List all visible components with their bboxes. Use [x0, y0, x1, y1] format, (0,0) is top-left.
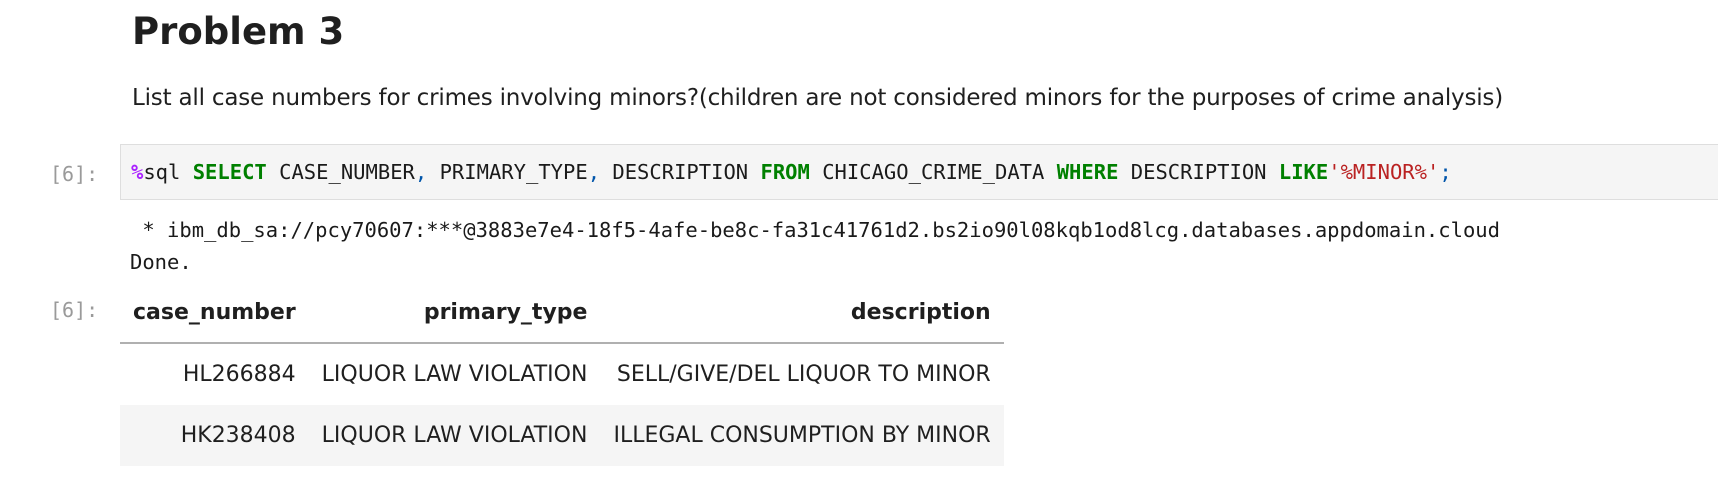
cell-primary-type: LIQUOR LAW VIOLATION: [308, 405, 601, 466]
semicolon: ;: [1439, 160, 1452, 184]
code-editor[interactable]: %sql SELECT CASE_NUMBER, PRIMARY_TYPE, D…: [120, 144, 1718, 200]
input-prompt: [6]:: [50, 162, 99, 186]
cell-description: ILLEGAL CONSUMPTION BY MINOR: [600, 405, 1004, 466]
header-primary-type: primary_type: [308, 282, 601, 344]
output-prompt: [6]:: [50, 298, 99, 322]
keyword-from: FROM: [760, 160, 810, 184]
problem-description: List all case numbers for crimes involvi…: [132, 85, 1503, 111]
connection-string: * ibm_db_sa://pcy70607:***@3883e7e4-18f5…: [130, 218, 1500, 242]
magic-percent: %: [131, 160, 144, 184]
column-case-number: CASE_NUMBER: [266, 160, 415, 184]
column-primary-type: PRIMARY_TYPE: [427, 160, 588, 184]
table-header-row: case_number primary_type description: [120, 282, 1004, 344]
like-pattern: '%MINOR%': [1328, 160, 1440, 184]
table-row: HK238408 LIQUOR LAW VIOLATION ILLEGAL CO…: [120, 405, 1004, 466]
sql-query-line[interactable]: %sql SELECT CASE_NUMBER, PRIMARY_TYPE, D…: [131, 158, 1452, 186]
header-case-number: case_number: [120, 282, 309, 344]
keyword-select: SELECT: [192, 160, 267, 184]
comma: ,: [414, 160, 428, 184]
cell-case-number: HL266884: [182, 362, 296, 387]
column-description: DESCRIPTION: [600, 160, 761, 184]
problem-heading: Problem 3: [132, 10, 345, 53]
cell-description: SELL/GIVE/DEL LIQUOR TO MINOR: [616, 362, 991, 387]
column-description-filter: DESCRIPTION: [1118, 160, 1279, 184]
cell-case-number: HK238408: [120, 405, 309, 466]
table-name: CHICAGO_CRIME_DATA: [809, 160, 1057, 184]
magic-command: sql: [143, 160, 193, 184]
status-text: Done.: [130, 250, 192, 274]
table-row: HL266884 LIQUOR LAW VIOLATION SELL/GIVE/…: [120, 343, 1004, 405]
keyword-like: LIKE: [1278, 160, 1329, 184]
comma: ,: [587, 160, 601, 184]
cell-primary-type: LIQUOR LAW VIOLATION: [321, 362, 588, 387]
result-table: case_number primary_type description HL2…: [120, 282, 1004, 466]
keyword-where: WHERE: [1056, 160, 1119, 184]
header-description: description: [600, 282, 1004, 344]
